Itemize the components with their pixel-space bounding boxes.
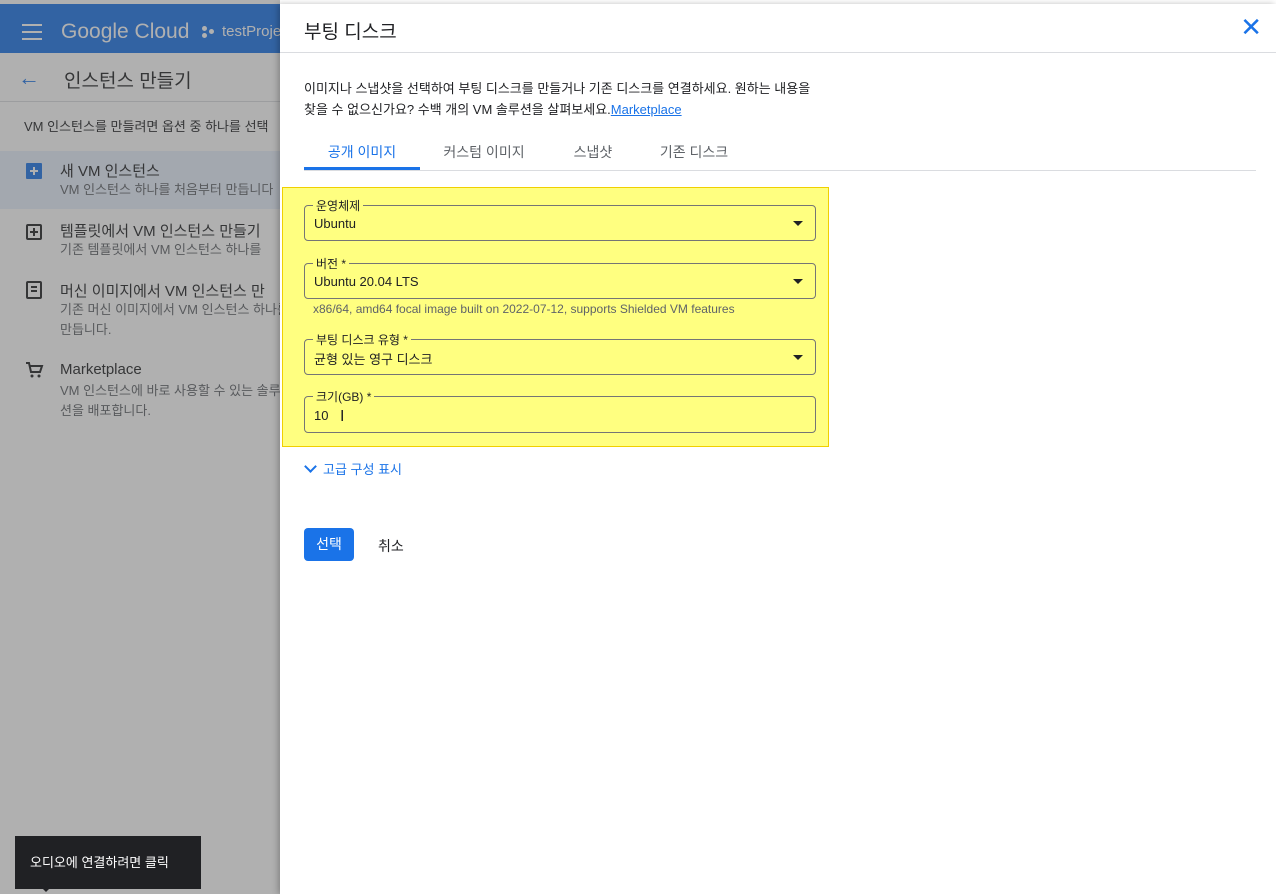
dialog-description: 이미지나 스냅샷을 선택하여 부팅 디스크를 만들거나 기존 디스크를 연결하세… — [304, 78, 824, 120]
version-value: Ubuntu 20.04 LTS — [314, 274, 419, 289]
marketplace-link[interactable]: Marketplace — [611, 102, 682, 117]
disk-type-value: 균형 있는 영구 디스크 — [314, 352, 433, 367]
os-value: Ubuntu — [314, 216, 356, 231]
version-hint: x86/64, amd64 focal image built on 2022-… — [313, 302, 735, 316]
disk-type-select[interactable]: 부팅 디스크 유형 * 균형 있는 영구 디스크 — [304, 331, 816, 375]
os-label: 운영체제 — [313, 197, 364, 214]
dialog-title: 부팅 디스크 — [304, 22, 397, 43]
version-select[interactable]: 버전 * Ubuntu 20.04 LTS — [304, 255, 816, 299]
audio-tooltip[interactable]: 오디오에 연결하려면 클릭 — [15, 836, 201, 889]
text-cursor-icon: I — [340, 408, 345, 425]
size-value: 10 — [314, 408, 329, 423]
dropdown-arrow-icon — [793, 279, 803, 284]
os-select[interactable]: 운영체제 Ubuntu — [304, 197, 816, 241]
tab-custom-image[interactable]: 커스텀 이미지 — [420, 142, 548, 162]
description-text: 이미지나 스냅샷을 선택하여 부팅 디스크를 만들거나 기존 디스크를 연결하세… — [304, 81, 811, 117]
active-tab-indicator — [304, 167, 420, 170]
cancel-button[interactable]: 취소 — [378, 536, 404, 556]
image-tabs: 공개 이미지 커스텀 이미지 스냅샷 기존 디스크 — [304, 130, 1256, 171]
version-label: 버전 * — [313, 255, 350, 272]
size-label: 크기(GB) * — [313, 388, 375, 405]
dropdown-arrow-icon — [793, 221, 803, 226]
chevron-down-icon — [304, 460, 317, 473]
tab-existing-disk[interactable]: 기존 디스크 — [638, 142, 750, 162]
select-button[interactable]: 선택 — [304, 528, 354, 561]
boot-disk-dialog: 부팅 디스크 ✕ 이미지나 스냅샷을 선택하여 부팅 디스크를 만들거나 기존 … — [280, 4, 1276, 894]
tooltip-arrow — [38, 884, 54, 892]
size-input[interactable]: 크기(GB) * 10 — [304, 388, 816, 433]
disk-type-label: 부팅 디스크 유형 * — [313, 331, 411, 348]
modal-scrim[interactable] — [0, 0, 280, 894]
dialog-header: 부팅 디스크 ✕ — [280, 4, 1276, 53]
dropdown-arrow-icon — [793, 355, 803, 360]
tab-snapshot[interactable]: 스냅샷 — [548, 142, 638, 162]
close-icon[interactable]: ✕ — [1240, 14, 1262, 40]
tab-public-image[interactable]: 공개 이미지 — [304, 142, 420, 162]
show-advanced-config[interactable]: 고급 구성 표시 — [302, 459, 402, 478]
advanced-label: 고급 구성 표시 — [323, 462, 402, 477]
